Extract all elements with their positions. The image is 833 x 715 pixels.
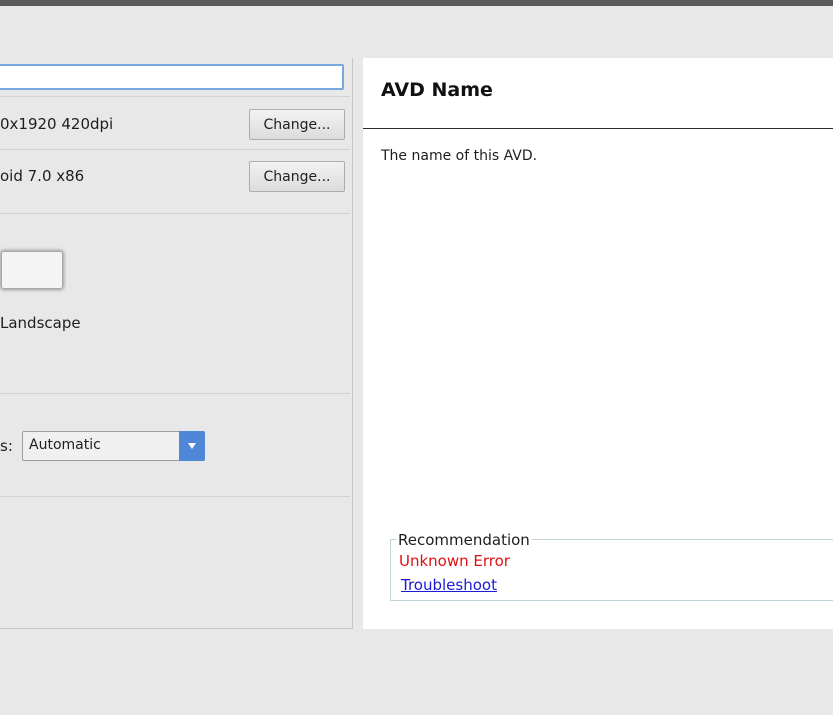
help-title: AVD Name [381,79,493,101]
graphics-select[interactable]: Automatic [22,431,205,461]
device-config-panel: 0x1920 420dpi Change... oid 7.0 x86 Chan… [0,58,353,629]
change-system-image-button[interactable]: Change... [249,161,345,192]
recommendation-box: Recommendation Unknown Error Troubleshoo… [390,531,833,601]
divider [0,149,350,150]
graphics-select-value: Automatic [29,437,101,453]
divider [0,213,350,214]
change-device-button[interactable]: Change... [249,109,345,140]
troubleshoot-link[interactable]: Troubleshoot [401,576,497,594]
divider [0,393,350,394]
divider [0,496,350,497]
orientation-label: Landscape [0,314,81,332]
help-panel: AVD Name The name of this AVD. Recommend… [363,58,833,629]
graphics-label: s: [0,437,13,455]
system-image-text: oid 7.0 x86 [0,167,85,185]
window-top-bar [0,0,833,6]
landscape-orientation-icon[interactable] [2,252,62,288]
recommendation-legend: Recommendation [396,531,532,549]
help-divider [363,128,833,129]
device-spec-text: 0x1920 420dpi [0,115,114,133]
help-description: The name of this AVD. [381,148,538,164]
divider [0,96,350,97]
chevron-down-icon[interactable] [179,431,205,461]
error-text: Unknown Error [399,552,510,570]
avd-name-input[interactable] [0,64,344,90]
